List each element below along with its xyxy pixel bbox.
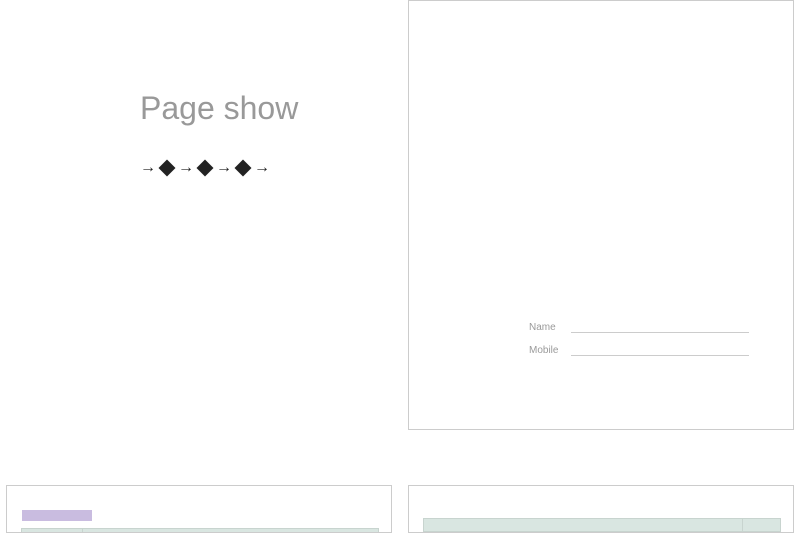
ornament-divider: → → → → <box>140 160 270 176</box>
page-title: Page show <box>140 90 298 127</box>
diamond-icon <box>159 160 176 177</box>
arrow-icon: → <box>254 160 270 176</box>
mobile-input-line <box>571 344 749 356</box>
cell-divider <box>82 529 83 533</box>
name-input-line <box>571 321 749 333</box>
table-header-strip <box>21 528 379 533</box>
name-label: Name <box>529 322 567 333</box>
diamond-icon <box>197 160 214 177</box>
purple-highlight <box>22 510 92 521</box>
arrow-icon: → <box>178 160 194 176</box>
page-thumbnail-bottom-left <box>6 485 392 533</box>
page-thumbnail-top-right: Name Mobile <box>408 0 794 430</box>
name-field-row: Name <box>529 321 749 333</box>
arrow-icon: → <box>216 160 232 176</box>
mobile-label: Mobile <box>529 345 567 356</box>
mobile-field-row: Mobile <box>529 344 749 356</box>
arrow-icon: → <box>140 160 156 176</box>
contact-fields: Name Mobile <box>529 321 749 367</box>
cell-divider <box>742 519 743 531</box>
page-thumbnail-bottom-right <box>408 485 794 533</box>
diamond-icon <box>235 160 252 177</box>
table-header-strip <box>423 518 781 532</box>
